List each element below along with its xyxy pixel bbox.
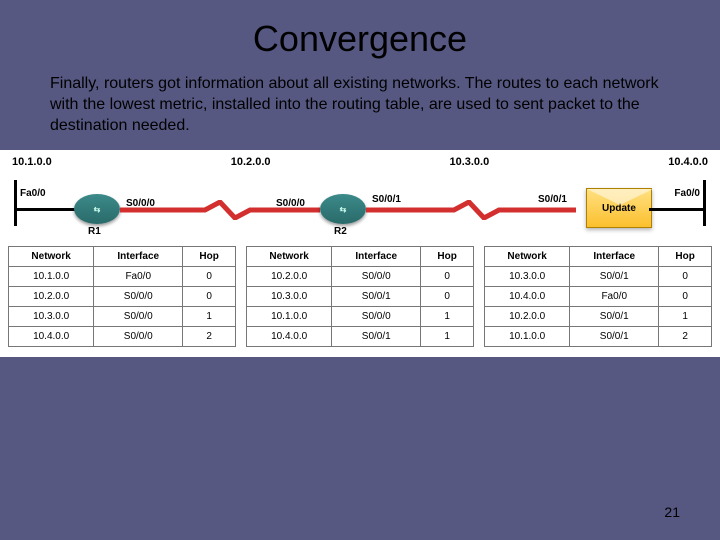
cell-network: 10.4.0.0 xyxy=(485,287,570,307)
network-label-1: 10.1.0.0 xyxy=(12,156,52,168)
cell-interface: S0/0/1 xyxy=(332,287,421,307)
router-r1-label: R1 xyxy=(88,226,101,237)
cell-hop: 1 xyxy=(421,307,474,327)
cell-interface: S0/0/1 xyxy=(570,327,659,347)
cell-network: 10.3.0.0 xyxy=(485,267,570,287)
cell-interface: S0/0/0 xyxy=(94,327,183,347)
cell-hop: 0 xyxy=(421,267,474,287)
cell-hop: 1 xyxy=(183,307,236,327)
network-label-4: 10.4.0.0 xyxy=(668,156,708,168)
update-label: Update xyxy=(602,203,636,214)
eth-link-left xyxy=(17,208,77,211)
network-label-2: 10.2.0.0 xyxy=(231,156,271,168)
interface-label-s000-r2: S0/0/0 xyxy=(276,198,305,209)
col-network: Network xyxy=(9,247,94,267)
col-interface: Interface xyxy=(570,247,659,267)
cell-network: 10.2.0.0 xyxy=(485,307,570,327)
cell-network: 10.3.0.0 xyxy=(247,287,332,307)
col-interface: Interface xyxy=(94,247,183,267)
cell-interface: S0/0/0 xyxy=(332,307,421,327)
network-label-3: 10.3.0.0 xyxy=(449,156,489,168)
interface-label-fa00-left: Fa0/0 xyxy=(20,188,46,199)
table-row: 10.3.0.0S0/0/10 xyxy=(247,287,474,307)
routing-table-r3: Network Interface Hop 10.3.0.0S0/0/10 10… xyxy=(484,246,712,347)
cell-interface: S0/0/0 xyxy=(94,287,183,307)
cell-hop: 0 xyxy=(659,267,712,287)
topology: Fa0/0 Fa0/0 ⇆ R1 S0/0/0 S0/0/0 ⇆ R2 S0/0… xyxy=(8,170,712,240)
table-row: 10.3.0.0S0/0/01 xyxy=(9,307,236,327)
col-network: Network xyxy=(485,247,570,267)
table-row: 10.1.0.0Fa0/00 xyxy=(9,267,236,287)
network-diagram: 10.1.0.0 10.2.0.0 10.3.0.0 10.4.0.0 Fa0/… xyxy=(0,150,720,357)
cell-network: 10.2.0.0 xyxy=(9,287,94,307)
cell-hop: 2 xyxy=(183,327,236,347)
routing-tables-row: Network Interface Hop 10.1.0.0Fa0/00 10.… xyxy=(8,246,712,347)
routing-table-r2: Network Interface Hop 10.2.0.0S0/0/00 10… xyxy=(246,246,474,347)
cell-network: 10.1.0.0 xyxy=(9,267,94,287)
table-row: 10.4.0.0S0/0/02 xyxy=(9,327,236,347)
router-r2-icon: ⇆ xyxy=(320,194,366,224)
interface-label-fa00-right: Fa0/0 xyxy=(674,188,700,199)
cell-network: 10.1.0.0 xyxy=(247,307,332,327)
col-hop: Hop xyxy=(183,247,236,267)
cell-interface: S0/0/1 xyxy=(332,327,421,347)
cell-interface: Fa0/0 xyxy=(570,287,659,307)
table-row: 10.1.0.0S0/0/01 xyxy=(247,307,474,327)
lan-segment-left xyxy=(14,180,17,226)
table-row: 10.2.0.0S0/0/00 xyxy=(247,267,474,287)
cell-interface: Fa0/0 xyxy=(94,267,183,287)
table-row: 10.3.0.0S0/0/10 xyxy=(485,267,712,287)
slide-body-text: Finally, routers got information about a… xyxy=(30,74,690,150)
table-row: 10.4.0.0Fa0/00 xyxy=(485,287,712,307)
col-network: Network xyxy=(247,247,332,267)
update-envelope-icon: Update xyxy=(586,188,652,228)
cell-hop: 1 xyxy=(421,327,474,347)
cell-interface: S0/0/1 xyxy=(570,267,659,287)
cell-hop: 2 xyxy=(659,327,712,347)
cell-interface: S0/0/0 xyxy=(332,267,421,287)
cell-interface: S0/0/0 xyxy=(94,307,183,327)
col-interface: Interface xyxy=(332,247,421,267)
router-r2-label: R2 xyxy=(334,226,347,237)
slide: Convergence Finally, routers got informa… xyxy=(0,0,720,377)
cell-hop: 0 xyxy=(183,267,236,287)
cell-network: 10.1.0.0 xyxy=(485,327,570,347)
page-number: 21 xyxy=(664,504,680,520)
cell-network: 10.2.0.0 xyxy=(247,267,332,287)
cell-hop: 1 xyxy=(659,307,712,327)
table-row: 10.1.0.0S0/0/12 xyxy=(485,327,712,347)
lan-segment-right xyxy=(703,180,706,226)
cell-network: 10.3.0.0 xyxy=(9,307,94,327)
cell-hop: 0 xyxy=(183,287,236,307)
router-r1-icon: ⇆ xyxy=(74,194,120,224)
network-labels-row: 10.1.0.0 10.2.0.0 10.3.0.0 10.4.0.0 xyxy=(8,156,712,170)
cell-network: 10.4.0.0 xyxy=(9,327,94,347)
cell-hop: 0 xyxy=(659,287,712,307)
table-row: 10.2.0.0S0/0/11 xyxy=(485,307,712,327)
routing-table-r1: Network Interface Hop 10.1.0.0Fa0/00 10.… xyxy=(8,246,236,347)
col-hop: Hop xyxy=(659,247,712,267)
col-hop: Hop xyxy=(421,247,474,267)
cell-hop: 0 xyxy=(421,287,474,307)
table-row: 10.2.0.0S0/0/00 xyxy=(9,287,236,307)
eth-link-right xyxy=(649,208,703,211)
cell-network: 10.4.0.0 xyxy=(247,327,332,347)
slide-title: Convergence xyxy=(30,18,690,60)
interface-label-s001-r3: S0/0/1 xyxy=(538,194,567,205)
cell-interface: S0/0/1 xyxy=(570,307,659,327)
table-row: 10.4.0.0S0/0/11 xyxy=(247,327,474,347)
